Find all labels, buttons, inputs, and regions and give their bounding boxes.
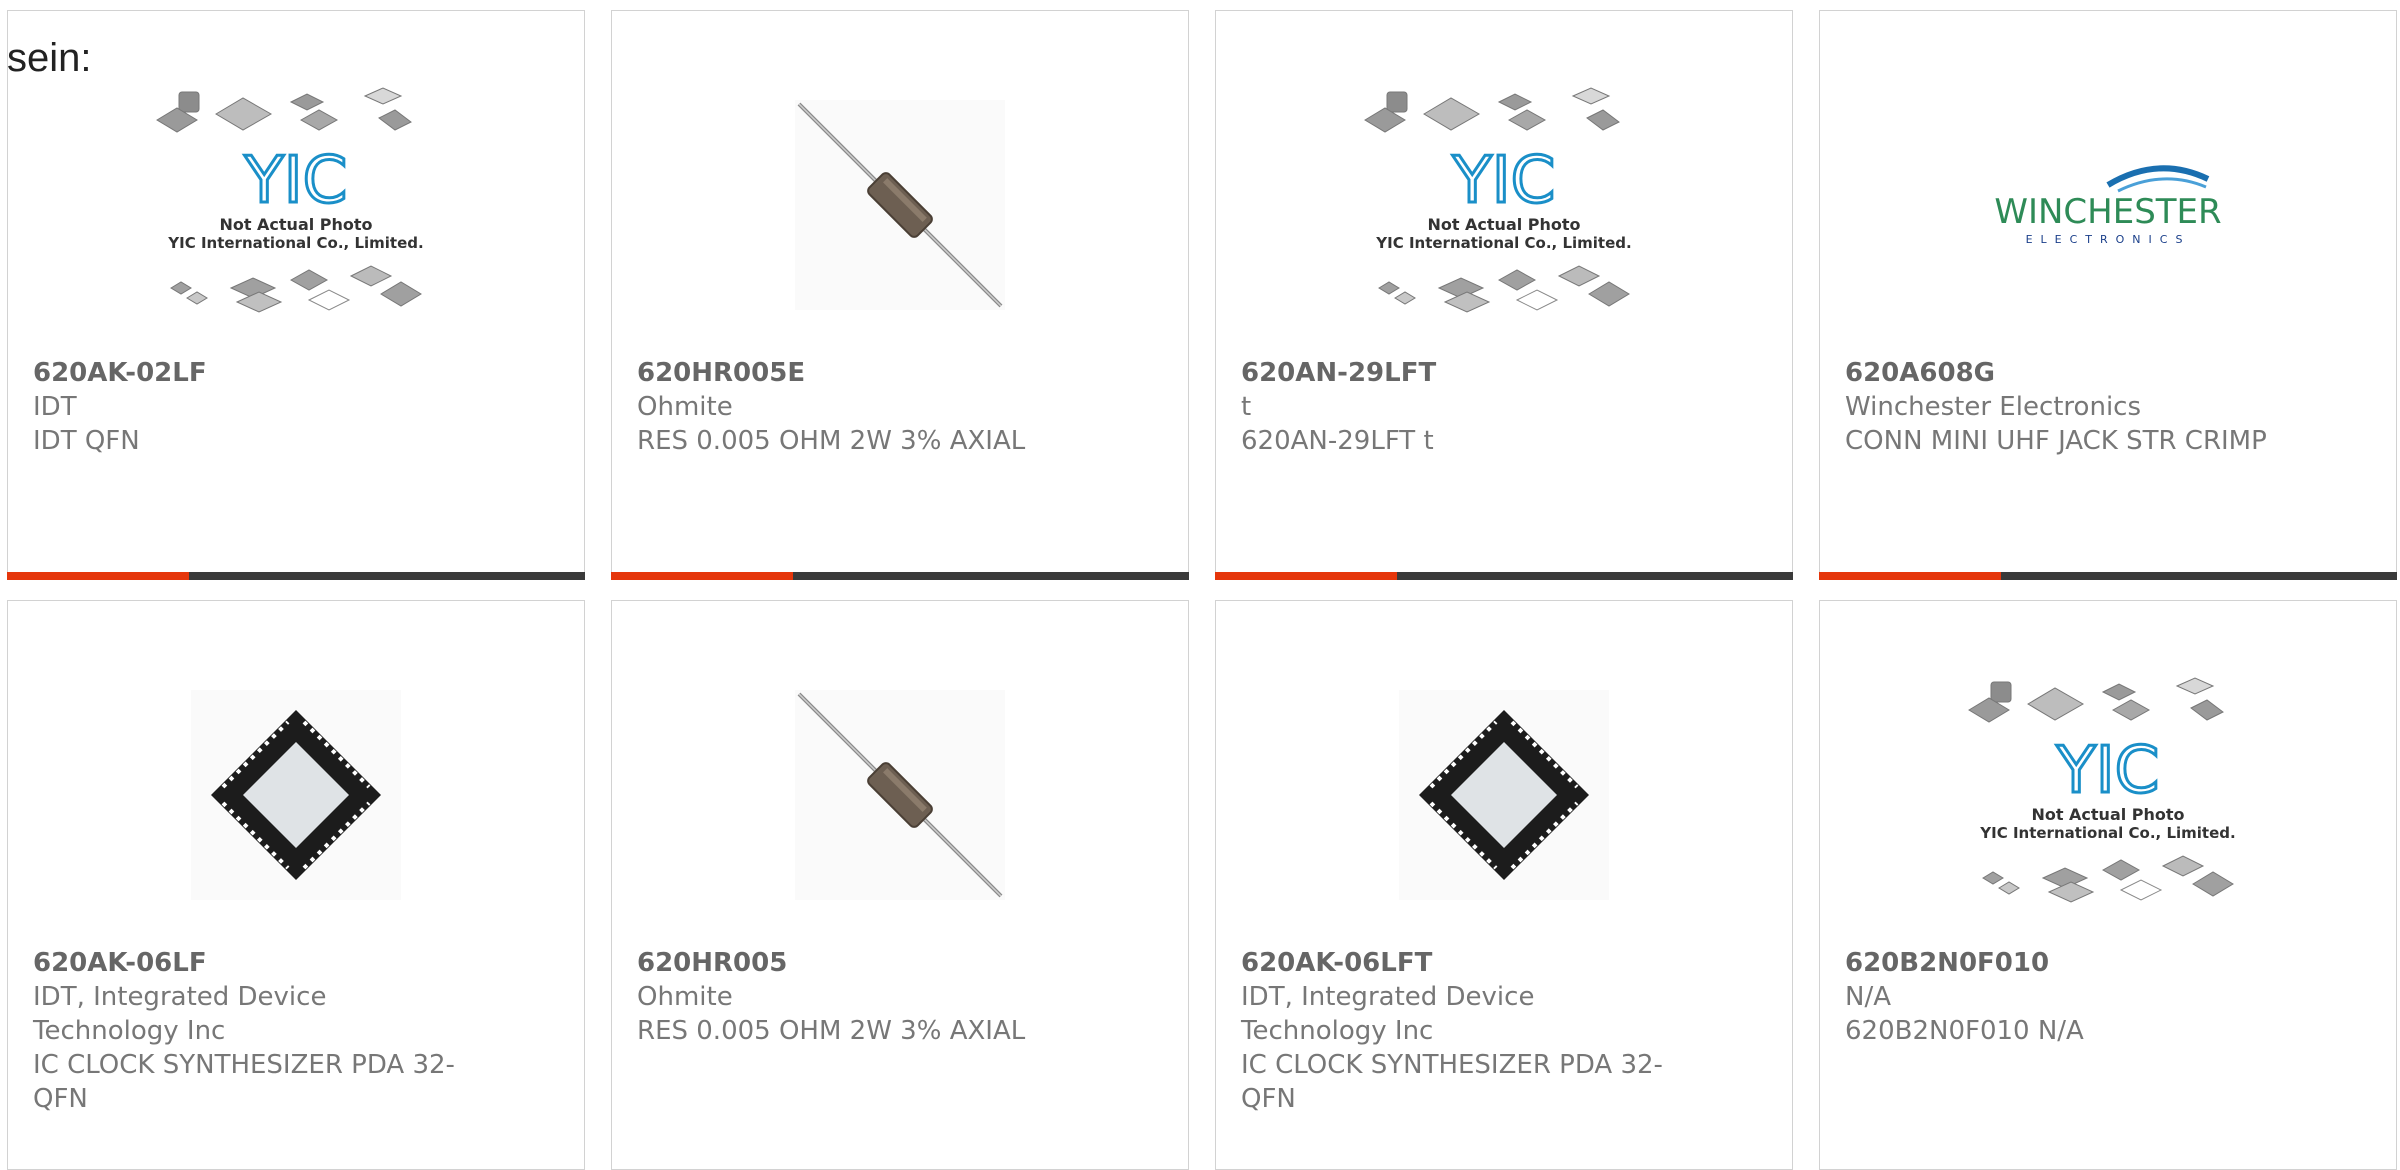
manufacturer: t: [1241, 392, 1252, 422]
part-number[interactable]: 620HR005E: [637, 356, 1077, 390]
yic-placeholder-icon: YIC Not Actual Photo YIC International C…: [156, 87, 424, 313]
manufacturer: IDT, Integrated Device Technology Inc: [33, 982, 327, 1046]
lead-text: sein:: [7, 36, 92, 80]
description: CONN MINI UHF JACK STR CRIMP: [1845, 426, 2267, 456]
card-accent-bar: [1819, 572, 2397, 580]
part-number[interactable]: 620AK-06LFT: [1241, 946, 1681, 980]
svg-text:YIC: YIC: [2056, 734, 2160, 808]
product-image: [1216, 645, 1792, 945]
description: IC CLOCK SYNTHESIZER PDA 32-QFN: [33, 1050, 455, 1114]
svg-text:YIC International Co., Limited: YIC International Co., Limited.: [1375, 234, 1631, 252]
description: IC CLOCK SYNTHESIZER PDA 32-QFN: [1241, 1050, 1663, 1114]
svg-text:Not Actual Photo: Not Actual Photo: [2031, 805, 2184, 824]
product-card[interactable]: WINCHESTER ELECTRONICS 620A608G Winchest…: [1819, 10, 2397, 580]
svg-text:ELECTRONICS: ELECTRONICS: [2026, 233, 2191, 246]
card-accent-bar: [611, 572, 1189, 580]
svg-text:Not Actual Photo: Not Actual Photo: [1427, 215, 1580, 234]
card-accent-bar: [7, 572, 585, 580]
axial-resistor-icon: [795, 690, 1005, 900]
part-number[interactable]: 620AN-29LFT: [1241, 356, 1681, 390]
product-card[interactable]: 620AK-06LF IDT, Integrated Device Techno…: [7, 600, 585, 1170]
part-number[interactable]: 620B2N0F010: [1845, 946, 2285, 980]
manufacturer: Winchester Electronics: [1845, 392, 2142, 422]
svg-text:Not Actual Photo: Not Actual Photo: [219, 215, 372, 234]
product-image: [8, 645, 584, 945]
product-card[interactable]: YIC Not Actual Photo YIC International C…: [7, 10, 585, 580]
description: RES 0.005 OHM 2W 3% AXIAL: [637, 1016, 1026, 1046]
product-image: [612, 645, 1188, 945]
product-card[interactable]: YIC Not Actual Photo YIC International C…: [1819, 600, 2397, 1170]
product-card[interactable]: 620HR005E Ohmite RES 0.005 OHM 2W 3% AXI…: [611, 10, 1189, 580]
svg-text:YIC: YIC: [244, 144, 348, 218]
qfn-chip-icon: [1399, 690, 1609, 900]
yic-placeholder-icon: YIC Not Actual Photo YIC International C…: [1364, 87, 1632, 313]
part-number[interactable]: 620HR005: [637, 946, 1077, 980]
product-card[interactable]: 620HR005 Ohmite RES 0.005 OHM 2W 3% AXIA…: [611, 600, 1189, 1170]
description: 620AN-29LFT t: [1241, 426, 1434, 456]
product-image: YIC Not Actual Photo YIC International C…: [8, 55, 584, 355]
manufacturer: N/A: [1845, 982, 1891, 1012]
description: 620B2N0F010 N/A: [1845, 1016, 2084, 1046]
description: RES 0.005 OHM 2W 3% AXIAL: [637, 426, 1026, 456]
manufacturer: Ohmite: [637, 392, 733, 422]
part-number[interactable]: 620AK-06LF: [33, 946, 473, 980]
qfn-chip-icon: [191, 690, 401, 900]
manufacturer: IDT: [33, 392, 77, 422]
axial-resistor-icon: [795, 100, 1005, 310]
product-image: WINCHESTER ELECTRONICS: [1820, 55, 2396, 355]
product-image: YIC Not Actual Photo YIC International C…: [1820, 645, 2396, 945]
manufacturer: IDT, Integrated Device Technology Inc: [1241, 982, 1535, 1046]
manufacturer: Ohmite: [637, 982, 733, 1012]
svg-text:YIC International Co., Limited: YIC International Co., Limited.: [1979, 824, 2235, 842]
winchester-logo-icon: WINCHESTER ELECTRONICS: [1994, 165, 2222, 246]
product-card[interactable]: YIC Not Actual Photo YIC International C…: [1215, 10, 1793, 580]
svg-text:WINCHESTER: WINCHESTER: [1994, 192, 2221, 232]
product-image: YIC Not Actual Photo YIC International C…: [1216, 55, 1792, 355]
part-number[interactable]: 620A608G: [1845, 356, 2285, 390]
svg-text:YIC International Co., Limited: YIC International Co., Limited.: [167, 234, 423, 252]
svg-text:YIC: YIC: [1452, 144, 1556, 218]
yic-placeholder-icon: YIC Not Actual Photo YIC International C…: [1968, 677, 2236, 903]
product-card[interactable]: 620AK-06LFT IDT, Integrated Device Techn…: [1215, 600, 1793, 1170]
product-image: [612, 55, 1188, 355]
description: IDT QFN: [33, 426, 140, 456]
card-accent-bar: [1215, 572, 1793, 580]
part-number[interactable]: 620AK-02LF: [33, 356, 473, 390]
